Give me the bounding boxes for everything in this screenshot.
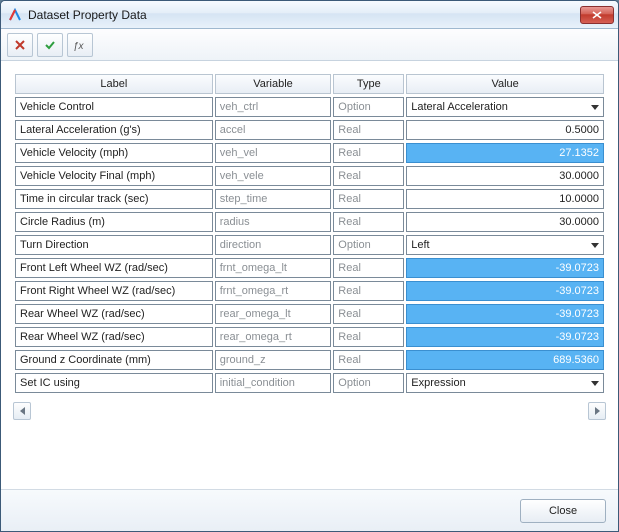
col-header-label[interactable]: Label: [15, 74, 213, 94]
property-table: Label Variable Type Value Vehicle Contro…: [13, 71, 606, 396]
type-cell: Real: [333, 258, 404, 278]
variable-cell: rear_omega_rt: [215, 327, 332, 347]
variable-cell: step_time: [215, 189, 332, 209]
cancel-button[interactable]: [7, 33, 33, 57]
table-row: Vehicle Velocity (mph)veh_velReal27.1352: [15, 143, 604, 163]
value-cell[interactable]: -39.0723: [406, 304, 604, 324]
table-row: Turn DirectiondirectionOption Left: [15, 235, 604, 255]
value-select-text: Left: [411, 239, 429, 251]
label-cell[interactable]: Vehicle Control: [15, 97, 213, 117]
close-button-label: Close: [549, 505, 577, 517]
scroll-left-button[interactable]: [13, 402, 31, 420]
variable-cell: frnt_omega_lt: [215, 258, 332, 278]
variable-cell: veh_ctrl: [215, 97, 332, 117]
value-select-text: Expression: [411, 377, 465, 389]
chevron-left-icon: [20, 407, 25, 415]
type-cell: Real: [333, 212, 404, 232]
variable-cell: direction: [215, 235, 332, 255]
fx-icon: ƒx: [73, 39, 87, 51]
variable-cell: initial_condition: [215, 373, 332, 393]
app-icon: [7, 7, 23, 23]
type-cell: Real: [333, 304, 404, 324]
type-cell: Real: [333, 143, 404, 163]
variable-cell: radius: [215, 212, 332, 232]
horizontal-scroll: [13, 402, 606, 420]
type-cell: Option: [333, 97, 404, 117]
table-row: Lateral Acceleration (g's)accelReal0.500…: [15, 120, 604, 140]
label-cell[interactable]: Front Right Wheel WZ (rad/sec): [15, 281, 213, 301]
content-area: Label Variable Type Value Vehicle Contro…: [1, 61, 618, 489]
scroll-right-button[interactable]: [588, 402, 606, 420]
chevron-right-icon: [595, 407, 600, 415]
type-cell: Real: [333, 350, 404, 370]
label-cell[interactable]: Vehicle Velocity (mph): [15, 143, 213, 163]
label-cell[interactable]: Turn Direction: [15, 235, 213, 255]
table-row: Time in circular track (sec)step_timeRea…: [15, 189, 604, 209]
table-row: Circle Radius (m)radiusReal30.0000: [15, 212, 604, 232]
table-row: Set IC usinginitial_conditionOption Expre…: [15, 373, 604, 393]
value-cell[interactable]: 0.5000: [406, 120, 604, 140]
value-cell[interactable]: -39.0723: [406, 258, 604, 278]
col-header-variable[interactable]: Variable: [215, 74, 332, 94]
value-cell[interactable]: 10.0000: [406, 189, 604, 209]
toolbar: ƒx: [1, 29, 618, 61]
col-header-type[interactable]: Type: [333, 74, 404, 94]
label-cell[interactable]: Ground z Coordinate (mm): [15, 350, 213, 370]
value-cell[interactable]: -39.0723: [406, 281, 604, 301]
table-row: Vehicle Velocity Final (mph)veh_veleReal…: [15, 166, 604, 186]
label-cell[interactable]: Rear Wheel WZ (rad/sec): [15, 327, 213, 347]
label-cell[interactable]: Front Left Wheel WZ (rad/sec): [15, 258, 213, 278]
apply-button[interactable]: [37, 33, 63, 57]
label-cell[interactable]: Rear Wheel WZ (rad/sec): [15, 304, 213, 324]
variable-cell: veh_vele: [215, 166, 332, 186]
table-row: Rear Wheel WZ (rad/sec)rear_omega_ltReal…: [15, 304, 604, 324]
value-cell[interactable]: 27.1352: [406, 143, 604, 163]
value-select[interactable]: Expression: [406, 373, 604, 393]
label-cell[interactable]: Vehicle Velocity Final (mph): [15, 166, 213, 186]
chevron-down-icon: [591, 381, 599, 386]
value-cell[interactable]: 689.5360: [406, 350, 604, 370]
variable-cell: frnt_omega_rt: [215, 281, 332, 301]
table-row: Vehicle Controlveh_ctrlOption Lateral Acc…: [15, 97, 604, 117]
table-row: Rear Wheel WZ (rad/sec)rear_omega_rtReal…: [15, 327, 604, 347]
type-cell: Real: [333, 281, 404, 301]
value-cell[interactable]: 30.0000: [406, 166, 604, 186]
label-cell[interactable]: Set IC using: [15, 373, 213, 393]
dataset-property-data-window: Dataset Property Data ƒx Label: [0, 0, 619, 532]
window-close-button[interactable]: [580, 6, 614, 24]
variable-cell: accel: [215, 120, 332, 140]
x-icon: [14, 39, 26, 51]
label-cell[interactable]: Lateral Acceleration (g's): [15, 120, 213, 140]
table-row: Ground z Coordinate (mm)ground_zReal689.…: [15, 350, 604, 370]
table-row: Front Right Wheel WZ (rad/sec)frnt_omega…: [15, 281, 604, 301]
type-cell: Real: [333, 327, 404, 347]
label-cell[interactable]: Circle Radius (m): [15, 212, 213, 232]
value-select[interactable]: Left: [406, 235, 604, 255]
value-cell[interactable]: 30.0000: [406, 212, 604, 232]
variable-cell: rear_omega_lt: [215, 304, 332, 324]
table-row: Front Left Wheel WZ (rad/sec)frnt_omega_…: [15, 258, 604, 278]
window-title: Dataset Property Data: [28, 8, 578, 22]
footer: Close: [1, 489, 618, 531]
check-icon: [44, 39, 56, 51]
type-cell: Real: [333, 189, 404, 209]
chevron-down-icon: [591, 105, 599, 110]
svg-text:ƒx: ƒx: [73, 41, 85, 51]
variable-cell: ground_z: [215, 350, 332, 370]
value-select[interactable]: Lateral Acceleration: [406, 97, 604, 117]
value-cell[interactable]: -39.0723: [406, 327, 604, 347]
chevron-down-icon: [591, 243, 599, 248]
type-cell: Real: [333, 120, 404, 140]
close-button[interactable]: Close: [520, 499, 606, 523]
col-header-value[interactable]: Value: [406, 74, 604, 94]
fx-button[interactable]: ƒx: [67, 33, 93, 57]
type-cell: Option: [333, 373, 404, 393]
variable-cell: veh_vel: [215, 143, 332, 163]
value-select-text: Lateral Acceleration: [411, 101, 508, 113]
type-cell: Option: [333, 235, 404, 255]
label-cell[interactable]: Time in circular track (sec): [15, 189, 213, 209]
titlebar: Dataset Property Data: [1, 1, 618, 29]
type-cell: Real: [333, 166, 404, 186]
